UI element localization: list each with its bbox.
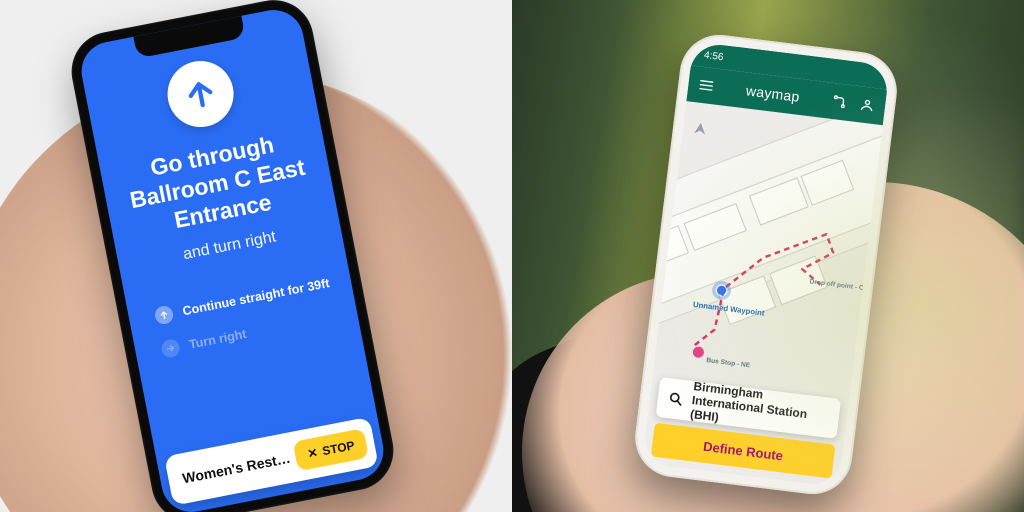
app-header: waymap: [686, 65, 887, 125]
app-title: waymap: [745, 82, 800, 104]
map-label-waypoint: Unnamed Waypoint: [693, 300, 766, 318]
search-icon: [667, 390, 685, 408]
map-canvas[interactable]: Unnamed Waypoint Bus Stop - NE Drop off …: [642, 101, 883, 487]
map-screen: 4:56 waymap: [642, 42, 890, 488]
search-text: Birmingham International Station (BHI): [689, 380, 831, 438]
route-options-icon[interactable]: [830, 93, 848, 111]
arrow-up-icon: [154, 305, 175, 326]
step-label: Turn right: [188, 327, 248, 352]
status-bar: 4:56: [691, 42, 890, 90]
search-bar[interactable]: Birmingham International Station (BHI): [656, 377, 842, 439]
map-label-dropoff: Drop off point - Concourse: [809, 278, 883, 295]
close-icon: ✕: [306, 445, 319, 461]
menu-icon[interactable]: [697, 76, 715, 94]
stop-label: STOP: [321, 438, 356, 458]
sleeve-illustration: [512, 291, 774, 512]
destination-label: Women's Rest…: [181, 450, 292, 487]
right-panel: 4:56 waymap: [512, 0, 1024, 512]
upcoming-steps: Continue straight for 39ft Turn right: [154, 274, 343, 375]
status-time: 4:56: [703, 49, 724, 62]
hand-illustration: [617, 135, 1024, 512]
phone-frame-right: 4:56 waymap: [631, 30, 902, 498]
phone-notch: [133, 16, 245, 59]
left-panel: Go through Ballroom C East Entrance and …: [0, 0, 512, 512]
arrow-right-icon: [160, 338, 181, 359]
destination-bar[interactable]: Women's Rest… ✕ STOP: [164, 417, 379, 506]
hand-illustration: [512, 221, 933, 512]
profile-icon[interactable]: [858, 96, 876, 114]
stop-button[interactable]: ✕ STOP: [293, 428, 369, 471]
map-label-busstop: Bus Stop - NE: [706, 357, 751, 369]
define-route-button[interactable]: Define Route: [651, 423, 836, 479]
phone-notch: [735, 47, 847, 82]
direction-arrow-up-icon: [161, 55, 238, 132]
